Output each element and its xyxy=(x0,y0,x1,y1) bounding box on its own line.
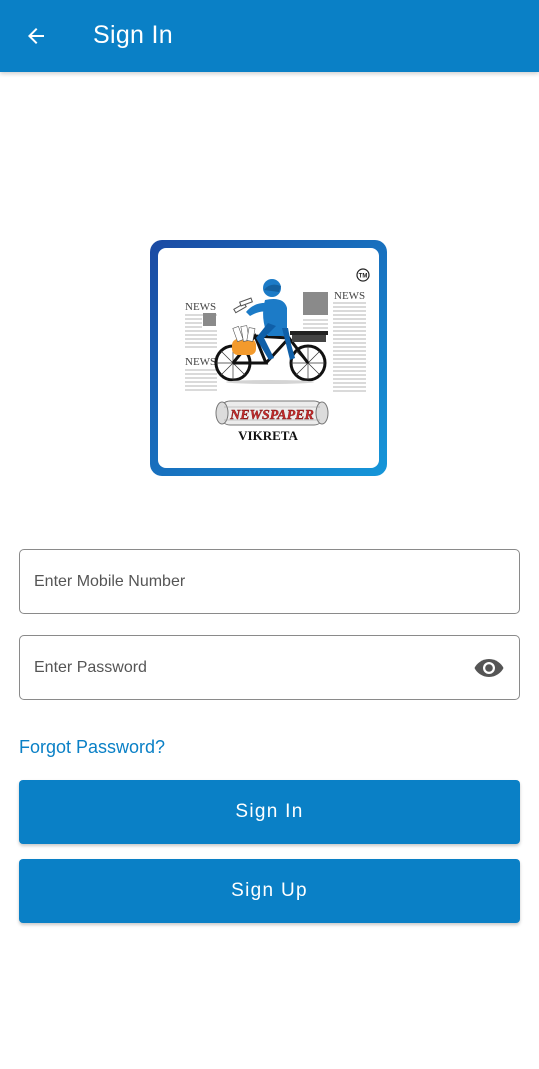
newspaper-vikreta-logo-graphic: NEWS NEWS NEWS TM NEWSPAPER VIKRETA xyxy=(185,268,370,443)
news-label-3: NEWS xyxy=(334,290,365,302)
password-input[interactable] xyxy=(34,636,464,699)
mobile-number-input[interactable] xyxy=(34,550,464,613)
page-title: Sign In xyxy=(93,21,173,49)
arrow-left-icon xyxy=(28,28,44,44)
left-newspaper-graphic xyxy=(185,313,217,391)
newspaper-banner-text: NEWSPAPER xyxy=(229,408,314,423)
news-label-2: NEWS xyxy=(185,356,216,368)
sign-up-button[interactable]: Sign Up xyxy=(19,859,520,923)
news-label-1: NEWS xyxy=(185,301,216,313)
app-bar: Sign In xyxy=(0,0,539,72)
mobile-number-field[interactable] xyxy=(19,549,520,614)
eye-icon xyxy=(474,659,504,677)
vikreta-text: VIKRETA xyxy=(238,428,298,443)
back-button[interactable] xyxy=(16,16,56,56)
app-logo: NEWS NEWS NEWS TM NEWSPAPER VIKRETA xyxy=(150,240,387,476)
forgot-password-link[interactable]: Forgot Password? xyxy=(19,737,165,758)
sign-in-button[interactable]: Sign In xyxy=(19,780,520,844)
password-field[interactable] xyxy=(19,635,520,700)
trademark-mark: TM xyxy=(359,274,368,280)
toggle-password-visibility-button[interactable] xyxy=(473,655,505,681)
logo-inner: NEWS NEWS NEWS TM NEWSPAPER VIKRETA xyxy=(158,248,379,468)
